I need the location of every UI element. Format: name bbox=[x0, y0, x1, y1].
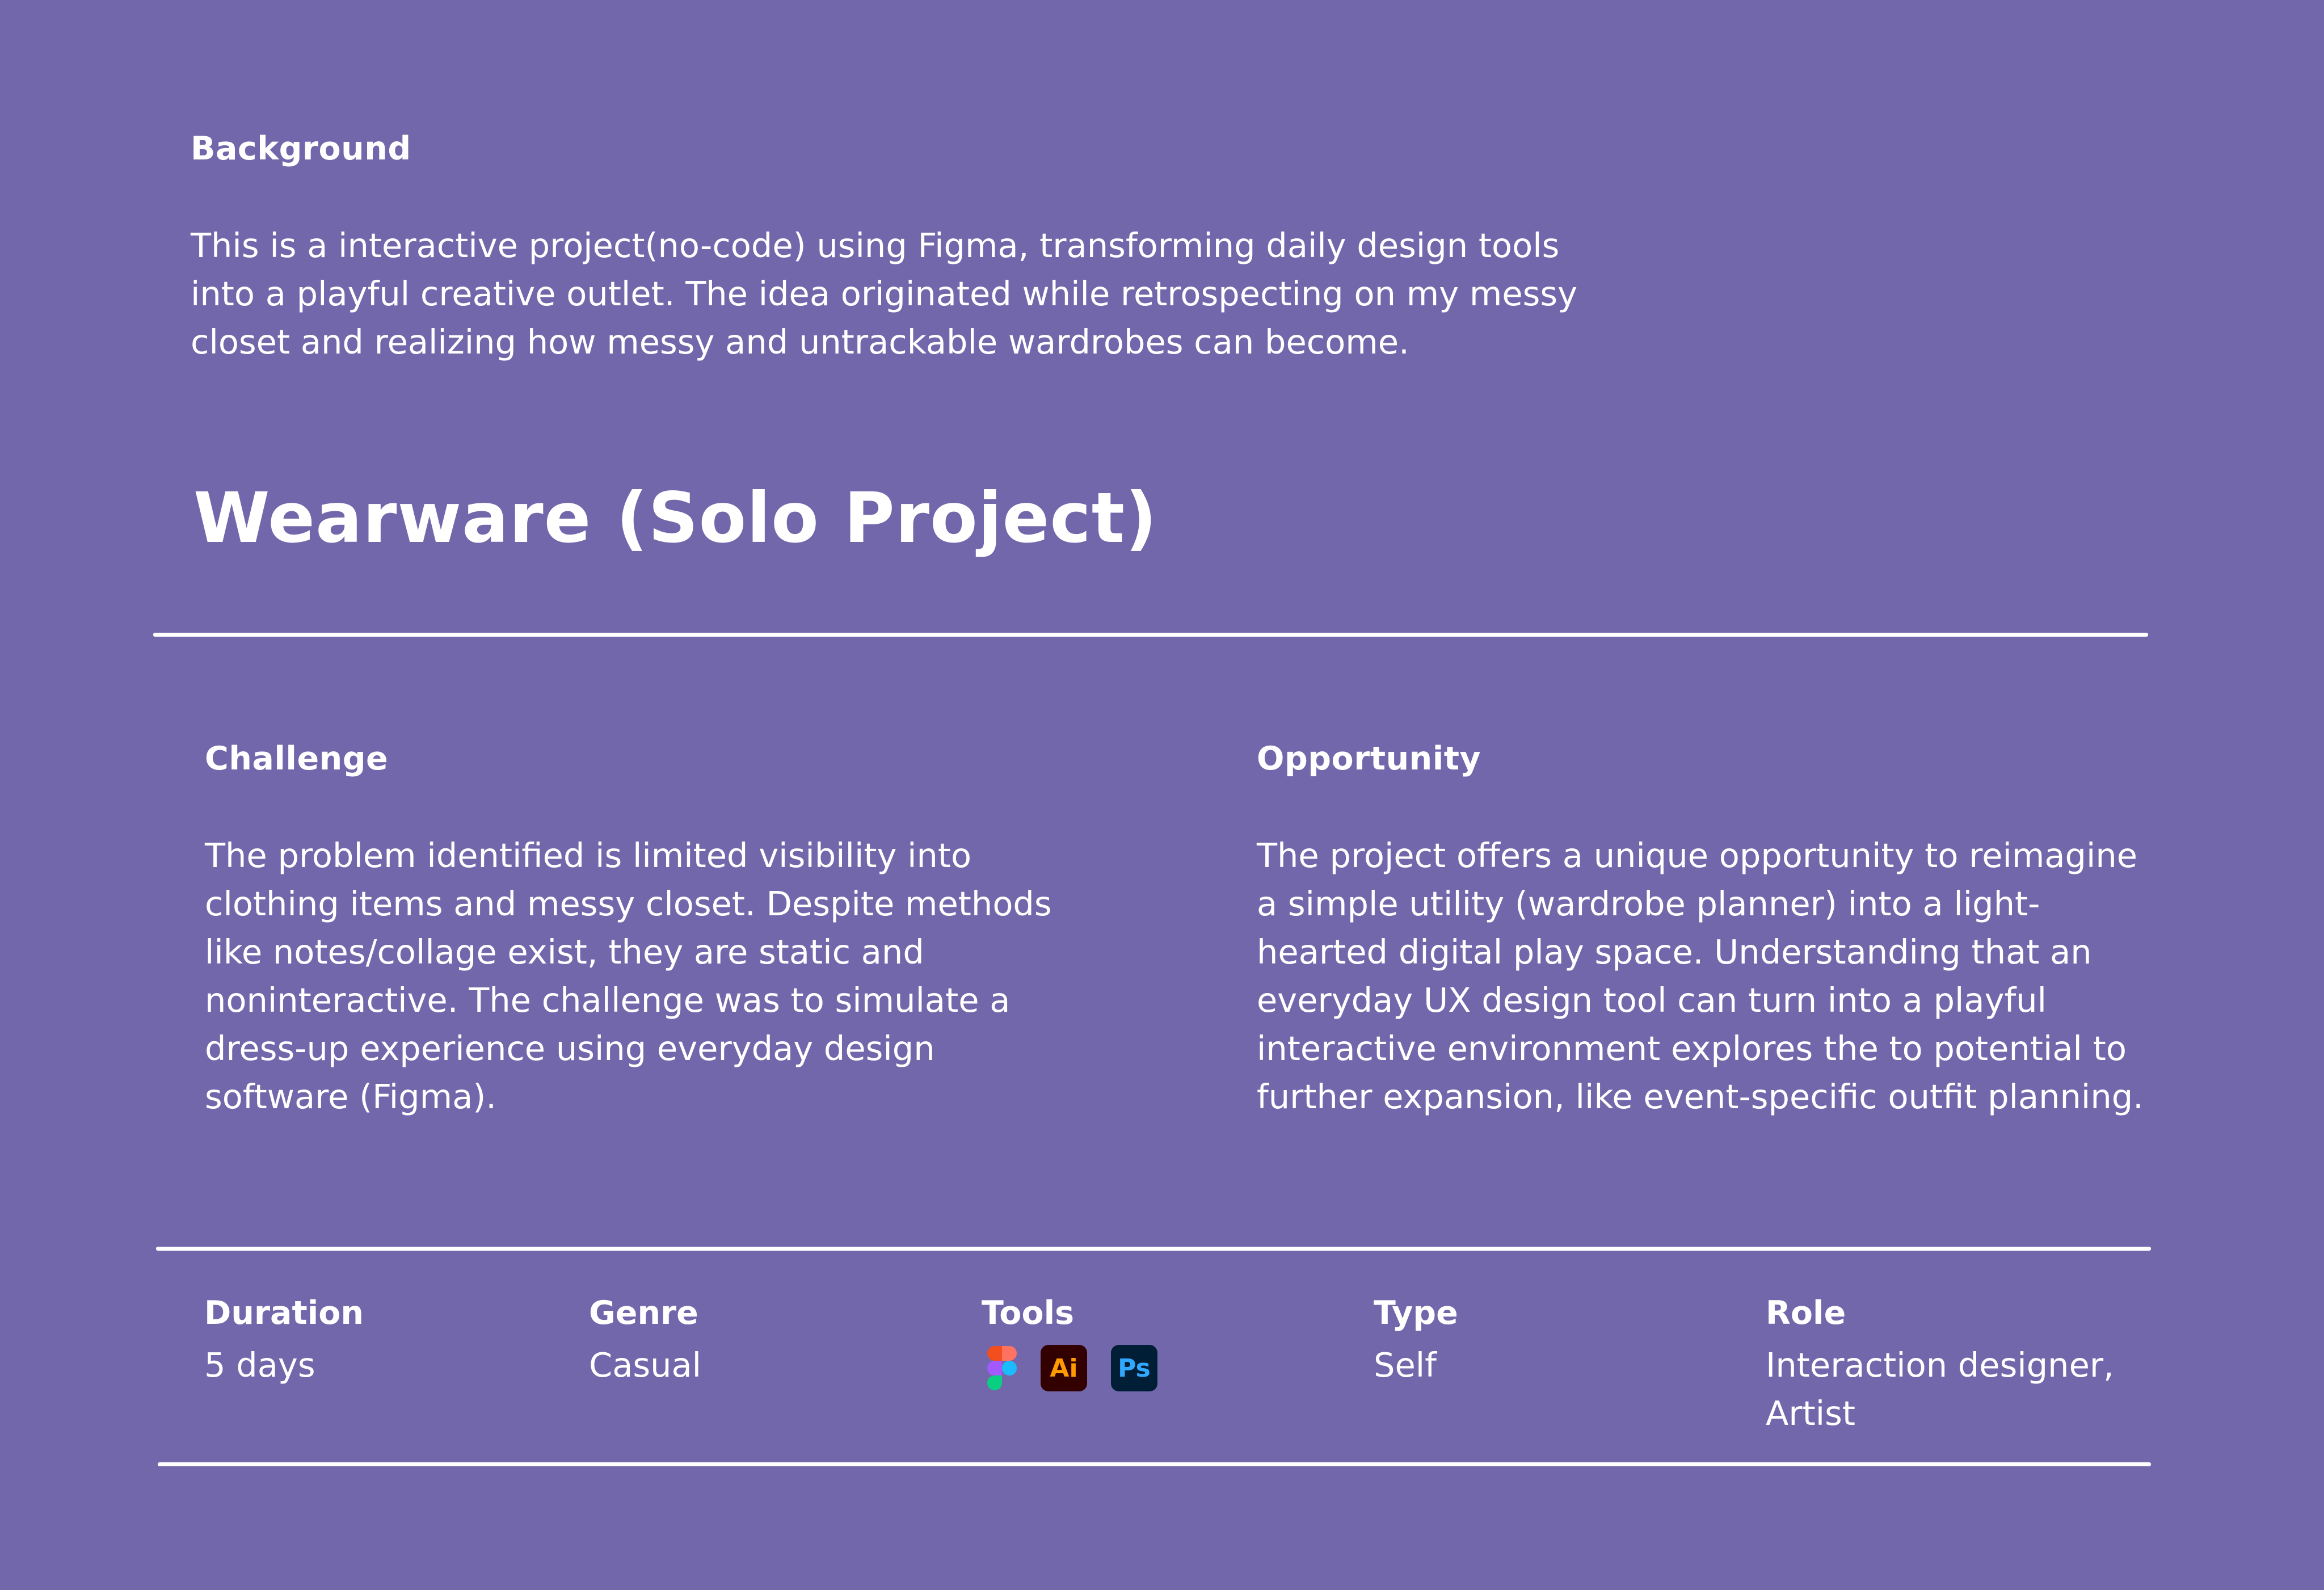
duration-value: 5 days bbox=[204, 1345, 315, 1385]
genre-value: Casual bbox=[589, 1345, 702, 1385]
background-description: This is a interactive project(no-code) u… bbox=[191, 226, 1578, 361]
divider-middle bbox=[156, 1247, 2151, 1251]
role-value: Interaction designer, Artist bbox=[1766, 1345, 2114, 1433]
challenge-heading: Challenge bbox=[205, 740, 389, 777]
duration-label: Duration bbox=[204, 1294, 364, 1332]
challenge-description: The problem identified is limited visibi… bbox=[205, 836, 1052, 1116]
type-value: Self bbox=[1374, 1345, 1437, 1385]
tools-icon-list: Ai Ps bbox=[987, 1344, 1157, 1393]
opportunity-heading: Opportunity bbox=[1257, 740, 1481, 777]
opportunity-description: The project offers a unique opportunity … bbox=[1257, 836, 2144, 1116]
type-label: Type bbox=[1374, 1294, 1458, 1332]
background-heading: Background bbox=[191, 130, 411, 167]
divider-bottom bbox=[158, 1462, 2151, 1466]
illustrator-icon: Ai bbox=[1041, 1345, 1087, 1391]
divider-top bbox=[153, 633, 2148, 637]
genre-label: Genre bbox=[589, 1294, 698, 1332]
figma-icon bbox=[987, 1346, 1017, 1390]
tools-label: Tools bbox=[982, 1294, 1075, 1332]
role-label: Role bbox=[1766, 1294, 1846, 1332]
photoshop-icon: Ps bbox=[1111, 1345, 1157, 1391]
project-title: Wearware (Solo Project) bbox=[193, 478, 1157, 558]
